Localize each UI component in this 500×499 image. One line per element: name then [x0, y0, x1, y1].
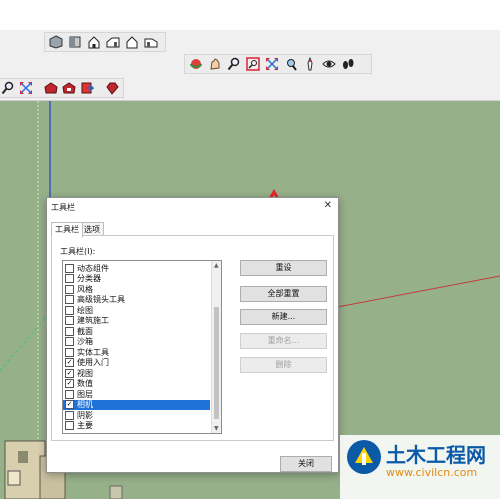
list-item[interactable]: 截面 [63, 326, 210, 336]
list-item[interactable]: 沙箱 [63, 337, 210, 347]
list-item-label: 绘图 [77, 305, 93, 315]
left-toolbar [0, 78, 124, 98]
new-button[interactable]: 新建... [240, 309, 327, 325]
warehouse-icon[interactable] [43, 80, 58, 96]
list-item-label: 使用入门 [77, 358, 109, 367]
checkbox[interactable] [65, 263, 74, 273]
list-item[interactable]: 阴影 [63, 410, 210, 420]
top-view-icon[interactable] [67, 34, 83, 50]
list-item-label: 图层 [77, 389, 93, 399]
list-item-label: 实体工具 [77, 347, 109, 357]
watermark: 土木工程网 www.civilcn.com [340, 435, 500, 499]
reset-button[interactable]: 重设 [240, 260, 327, 276]
list-scrollbar[interactable]: ▲ ▼ [211, 261, 221, 433]
orbit-icon[interactable] [188, 56, 204, 72]
checkbox[interactable]: ✓ [65, 358, 74, 367]
list-item-label: 沙箱 [77, 337, 93, 346]
list-item[interactable]: ✓ 视图 [63, 368, 210, 378]
list-item[interactable]: 绘图 [63, 305, 210, 315]
delete-button[interactable]: 删除 [240, 357, 327, 373]
list-item-label: 视图 [77, 368, 93, 378]
zoom-window-icon[interactable] [245, 56, 261, 72]
scroll-down-arrow-icon[interactable]: ▼ [214, 425, 219, 432]
rename-button[interactable]: 重命名... [240, 333, 327, 349]
pan-icon[interactable] [207, 56, 223, 72]
views-toolbar [44, 32, 166, 52]
ruby-gem-icon[interactable] [105, 80, 120, 96]
list-item[interactable]: 主要 [63, 421, 210, 431]
checkbox[interactable] [65, 347, 74, 357]
list-item-label: 建筑施工 [77, 316, 109, 325]
right-view-icon[interactable] [105, 34, 121, 50]
list-item[interactable]: 实体工具 [63, 347, 210, 357]
extension-warehouse-icon[interactable] [62, 80, 77, 96]
checkbox[interactable] [65, 284, 74, 294]
look-around-icon[interactable] [321, 56, 337, 72]
zoom-extents-icon[interactable] [18, 80, 33, 96]
tab-toolbars[interactable]: 工具栏 [51, 222, 83, 238]
top-blank-area [0, 0, 500, 30]
close-button[interactable]: 关闭 [280, 456, 332, 472]
list-item-label: 风格 [77, 284, 93, 294]
toolbars-dialog: 工具栏 ✕ 工具栏 选项 工具栏(I): 动态组件 分类器 风格 高级镜头工具 绘图 建筑… [46, 197, 339, 473]
list-item-label: 动态组件 [77, 263, 109, 273]
iso-view-icon[interactable] [48, 34, 64, 50]
left-view-icon[interactable] [143, 34, 159, 50]
watermark-url: www.civilcn.com [386, 466, 478, 479]
zoom-icon[interactable] [0, 80, 15, 96]
previous-view-icon[interactable] [283, 56, 299, 72]
list-item-label: 数值 [77, 379, 93, 388]
scrollbar-thumb[interactable] [214, 307, 219, 419]
checkbox[interactable] [65, 326, 74, 336]
close-icon[interactable]: ✕ [324, 200, 332, 211]
list-item[interactable]: 图层 [63, 389, 210, 399]
checkbox[interactable] [65, 316, 74, 325]
list-item[interactable]: ✓ 使用入门 [63, 358, 210, 368]
list-item-label: 分类器 [77, 274, 101, 283]
zoom-icon[interactable] [226, 56, 242, 72]
watermark-logo [347, 440, 381, 474]
list-label: 工具栏(I): [60, 247, 96, 256]
checkbox[interactable] [65, 421, 74, 430]
list-item[interactable]: 动态组件 [63, 263, 210, 273]
checkbox[interactable] [65, 337, 74, 346]
list-item-label: 截面 [77, 326, 93, 336]
checkbox[interactable]: ✓ [65, 400, 74, 409]
checkbox[interactable]: ✓ [65, 379, 74, 388]
list-item-label: 阴影 [77, 410, 93, 420]
checkbox[interactable] [65, 389, 74, 399]
camera-toolbar [184, 54, 372, 74]
list-item[interactable]: 风格 [63, 284, 210, 294]
tab-panel: 工具栏(I): 动态组件 分类器 风格 高级镜头工具 绘图 建筑施工 截面 沙箱 实体工具 ✓ 使用… [51, 235, 334, 441]
list-item-label: 主要 [77, 421, 93, 430]
toolbar-separator [36, 80, 40, 96]
share-model-icon[interactable] [80, 80, 95, 96]
list-item[interactable]: 建筑施工 [63, 316, 210, 326]
position-camera-icon[interactable] [302, 56, 318, 72]
list-item-label: 高级镜头工具 [77, 295, 125, 304]
list-item[interactable]: ✓ 相机 [63, 399, 210, 410]
checkbox[interactable] [65, 410, 74, 420]
toolbar-separator [98, 80, 102, 96]
checkbox[interactable] [65, 274, 74, 283]
back-view-icon[interactable] [124, 34, 140, 50]
checkbox[interactable] [65, 295, 74, 304]
watermark-name: 土木工程网 [386, 443, 486, 467]
front-view-icon[interactable] [86, 34, 102, 50]
list-item-label: 相机 [77, 400, 93, 409]
list-item[interactable]: ✓ 数值 [63, 379, 210, 389]
checkbox[interactable]: ✓ [65, 368, 74, 378]
reset-all-button[interactable]: 全部重置 [240, 286, 327, 302]
dialog-title: 工具栏 [51, 203, 75, 212]
list-item[interactable]: 分类器 [63, 274, 210, 284]
toolbar-list[interactable]: 动态组件 分类器 风格 高级镜头工具 绘图 建筑施工 截面 沙箱 实体工具 ✓ 使用入门 ✓ 视图 ✓ 数值… [62, 260, 222, 434]
toolbar-area [0, 30, 500, 101]
zoom-extents-icon[interactable] [264, 56, 280, 72]
checkbox[interactable] [65, 305, 74, 315]
walk-icon[interactable] [340, 56, 356, 72]
list-item[interactable]: 高级镜头工具 [63, 295, 210, 305]
scroll-up-arrow-icon[interactable]: ▲ [214, 262, 219, 269]
